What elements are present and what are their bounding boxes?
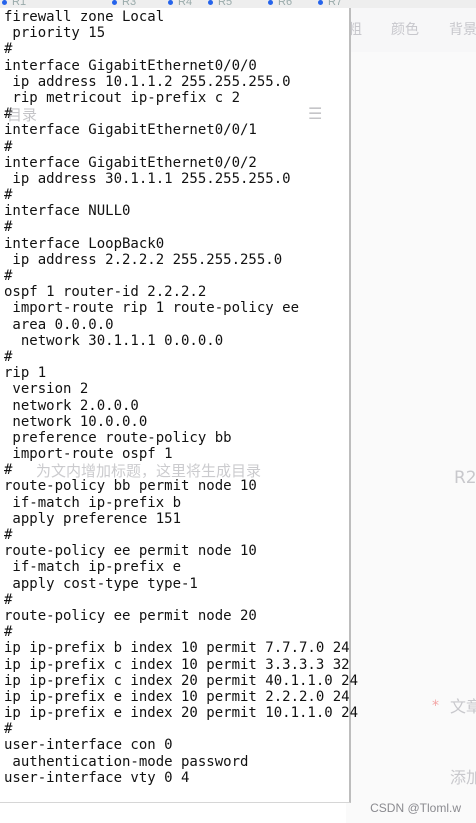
console-line: interface GigabitEthernet0/0/2 [4, 154, 257, 171]
console-line: priority 15 [4, 25, 106, 42]
console-line: if-match ip-prefix b [4, 494, 182, 511]
console-line: if-match ip-prefix e [4, 559, 182, 576]
tab-dot-icon [112, 0, 117, 5]
console-line: # [4, 268, 13, 284]
console-line: # [4, 348, 13, 365]
console-line: # [4, 591, 13, 608]
console-line: preference route-policy bb [4, 429, 232, 446]
console-line: ip address 30.1.1.1 255.255.255.0 [4, 170, 291, 187]
console-line: user-interface con 0 [4, 737, 173, 754]
console-line: network 2.0.0.0 [4, 397, 139, 414]
tab-dot-icon [168, 0, 173, 5]
screenshot-root: 撤销 重做 历史 标题 加粗 颜色 背景 R1 R3 R4 R5 R6 R7 R… [0, 0, 476, 823]
console-line: ip ip-prefix c index 10 permit 3.3.3.3 3… [4, 656, 350, 673]
device-tab-r7[interactable]: R7 [328, 0, 342, 8]
cli-console-window[interactable]: firewall zone Local priority 15 # interfac… [0, 8, 358, 803]
console-line: # [4, 462, 13, 479]
console-line: # [4, 187, 13, 204]
console-line: user-interface vty 0 4 [4, 769, 190, 786]
console-line: interface LoopBack0 [4, 235, 165, 252]
console-line: import-route ospf 1 [4, 446, 173, 463]
device-tab-r3[interactable]: R3 [122, 0, 136, 8]
required-star-icon: * [432, 698, 439, 714]
console-line: version 2 [4, 381, 89, 398]
console-line: ip ip-prefix e index 20 permit 10.1.1.0 … [4, 705, 359, 722]
console-line: interface GigabitEthernet0/0/0 [4, 57, 257, 74]
console-line: import-route rip 1 route-policy ee [4, 300, 300, 317]
console-line: route-policy ee permit node 10 [4, 543, 257, 560]
console-line: # [4, 41, 13, 58]
console-line: rip 1 [4, 365, 47, 382]
add-label[interactable]: 添加 [450, 764, 476, 788]
config-output: firewall zone Local priority 15 # interfac… [4, 9, 358, 786]
device-tab-strip: R1 R3 R4 R5 R6 R7 [0, 0, 476, 8]
device-tab-r5[interactable]: R5 [218, 0, 232, 8]
console-line: # [4, 624, 13, 641]
article-label: 文章 [450, 697, 476, 716]
tab-dot-icon [268, 0, 273, 5]
console-line: network 10.0.0.0 [4, 413, 148, 430]
console-line: ip address 2.2.2.2 255.255.255.0 [4, 251, 283, 268]
device-tab-r6[interactable]: R6 [278, 0, 292, 8]
console-line: # [4, 219, 13, 236]
console-line: ip ip-prefix c index 20 permit 40.1.1.0 … [4, 672, 359, 689]
device-tab-r4[interactable]: R4 [178, 0, 192, 8]
console-line: route-policy bb permit node 10 [4, 478, 257, 495]
device-tab-r1[interactable]: R1 [12, 0, 26, 8]
console-line: ip address 10.1.1.2 255.255.255.0 [4, 73, 291, 90]
r2-label: R2 [454, 468, 476, 488]
watermark: CSDN @Tloml.w [370, 801, 461, 815]
console-line: ospf 1 router-id 2.2.2.2 [4, 284, 207, 301]
console-line: # [4, 138, 13, 155]
console-line: firewall zone Local [4, 9, 165, 25]
toolbar-color[interactable]: 颜色 [391, 19, 419, 39]
console-line: area 0.0.0.0 [4, 316, 114, 333]
console-line: network 30.1.1.1 0.0.0.0 [4, 332, 224, 349]
console-line: # [4, 721, 13, 738]
tab-dot-icon [318, 0, 323, 5]
right-panel-background: R2 * 文章 添加 [346, 52, 476, 823]
console-line: authentication-mode password [4, 753, 249, 770]
console-line: route-policy ee permit node 20 [4, 607, 257, 624]
console-line: interface GigabitEthernet0/0/1 [4, 122, 257, 139]
tab-dot-icon [2, 0, 7, 5]
console-line: apply cost-type type-1 [4, 575, 198, 592]
console-line: apply preference 151 [4, 510, 182, 527]
console-line: # [4, 527, 13, 543]
console-line: ip ip-prefix b index 10 permit 7.7.7.0 2… [4, 640, 350, 657]
console-line: rip metricout ip-prefix c 2 [4, 89, 241, 106]
console-line: # [4, 106, 13, 123]
tab-dot-icon [208, 0, 213, 5]
console-line: interface NULL0 [4, 203, 131, 220]
console-line: ip ip-prefix e index 10 permit 2.2.2.0 2… [4, 688, 350, 705]
toolbar-background[interactable]: 背景 [449, 19, 476, 39]
